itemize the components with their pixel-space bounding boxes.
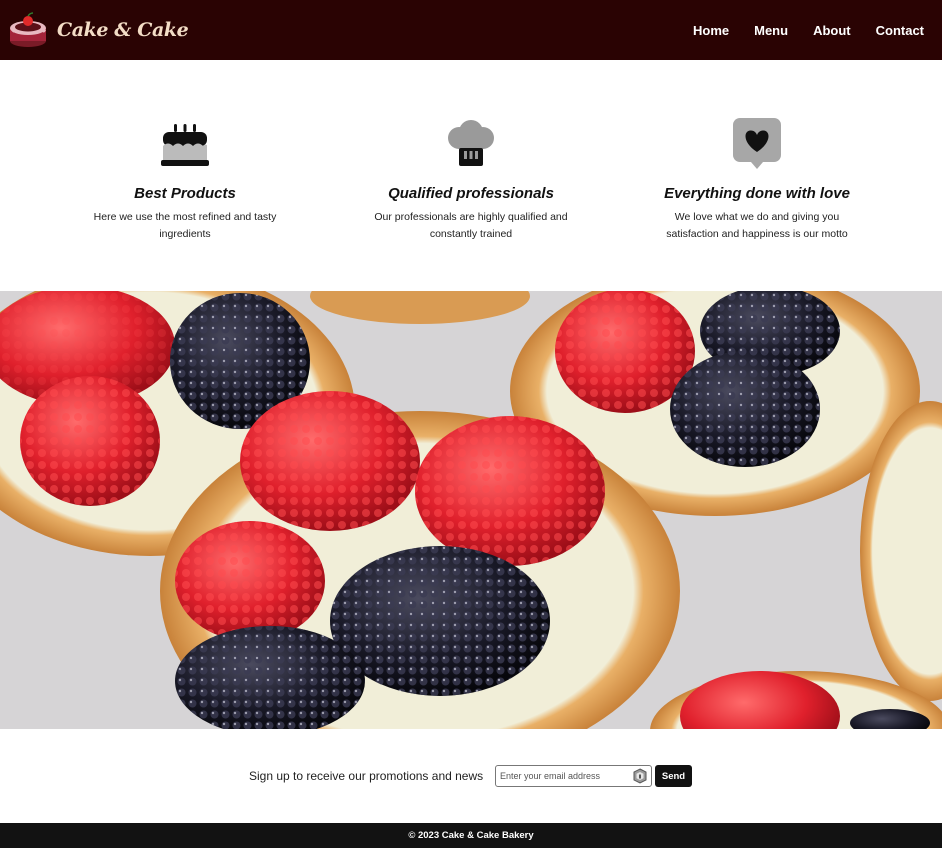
email-input[interactable] xyxy=(495,765,652,787)
newsletter-text: Sign up to receive our promotions and ne… xyxy=(249,769,484,783)
nav-menu[interactable]: Menu xyxy=(754,23,788,38)
feature-description: Here we use the most refined and tasty i… xyxy=(93,211,277,240)
footer-copyright: © 2023 Cake & Cake Bakery xyxy=(408,830,534,841)
top-navbar: Cake & Cake Home Menu About Contact xyxy=(0,0,942,60)
nav-contact[interactable]: Contact xyxy=(876,23,924,38)
features-section: Best Products Here we use the most refin… xyxy=(0,60,942,291)
cake-logo-icon xyxy=(10,12,46,47)
feature-title: Best Products xyxy=(134,185,236,202)
hero-image xyxy=(0,291,942,729)
feature-description: Our professionals are highly qualified a… xyxy=(374,211,568,240)
brand-name: Cake & Cake xyxy=(57,19,189,41)
nav-home[interactable]: Home xyxy=(693,23,729,38)
main-nav: Home Menu About Contact xyxy=(668,0,942,60)
nav-about[interactable]: About xyxy=(813,23,851,38)
feature-title: Everything done with love xyxy=(664,185,850,202)
chef-hat-icon xyxy=(448,120,494,166)
brand[interactable]: Cake & Cake xyxy=(0,0,189,60)
feature-title: Qualified professionals xyxy=(388,185,554,202)
heart-chat-icon xyxy=(733,118,781,169)
send-button[interactable]: Send xyxy=(655,765,692,787)
newsletter-section: Sign up to receive our promotions and ne… xyxy=(0,729,942,823)
password-manager-icon[interactable] xyxy=(632,768,648,784)
berry-tarts-image xyxy=(0,291,942,729)
feature-description: We love what we do and giving you satisf… xyxy=(666,211,848,240)
birthday-cake-icon xyxy=(161,124,209,166)
footer: © 2023 Cake & Cake Bakery xyxy=(0,823,942,848)
